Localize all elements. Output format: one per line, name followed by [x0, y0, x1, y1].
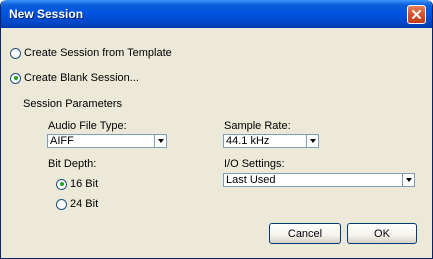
chevron-down-icon[interactable] — [154, 135, 166, 147]
bit-depth-16-option[interactable]: 16 Bit — [56, 178, 98, 190]
create-from-template-label: Create Session from Template — [24, 47, 172, 59]
bit-depth-24-option[interactable]: 24 Bit — [56, 198, 98, 210]
bit-depth-16-label: 16 Bit — [70, 178, 99, 190]
close-icon — [412, 10, 421, 19]
close-button[interactable] — [407, 5, 426, 24]
chevron-down-icon[interactable] — [306, 135, 318, 147]
sample-rate-label: Sample Rate: — [224, 120, 291, 132]
create-blank-option[interactable]: Create Blank Session... — [10, 72, 139, 84]
create-from-template-radio[interactable] — [10, 47, 21, 59]
window-title: New Session — [9, 7, 84, 21]
io-settings-label: I/O Settings: — [224, 158, 285, 170]
cancel-button-label: Cancel — [287, 227, 323, 240]
create-blank-label: Create Blank Session... — [24, 72, 139, 84]
io-settings-value: Last Used — [226, 174, 276, 186]
ok-button[interactable]: OK — [347, 223, 417, 244]
ok-button-label: OK — [374, 227, 390, 240]
chevron-down-icon[interactable] — [402, 174, 414, 186]
create-from-template-option[interactable]: Create Session from Template — [10, 47, 172, 59]
create-blank-radio[interactable] — [10, 72, 21, 84]
audio-file-type-select[interactable]: AIFF — [47, 134, 167, 148]
bit-depth-24-label: 24 Bit — [70, 198, 99, 210]
audio-file-type-label: Audio File Type: — [48, 120, 127, 132]
title-bar[interactable]: New Session — [1, 0, 432, 28]
audio-file-type-value: AIFF — [50, 135, 74, 147]
bit-depth-24-radio[interactable] — [56, 198, 67, 210]
sample-rate-value: 44.1 kHz — [226, 135, 270, 147]
session-parameters-heading: Session Parameters — [23, 98, 123, 110]
sample-rate-select[interactable]: 44.1 kHz — [223, 134, 319, 148]
new-session-dialog: New Session Create Session from Template… — [0, 0, 433, 259]
bit-depth-16-radio[interactable] — [56, 178, 67, 190]
cancel-button[interactable]: Cancel — [269, 223, 341, 244]
bit-depth-label: Bit Depth: — [48, 158, 97, 170]
io-settings-select[interactable]: Last Used — [223, 173, 415, 187]
